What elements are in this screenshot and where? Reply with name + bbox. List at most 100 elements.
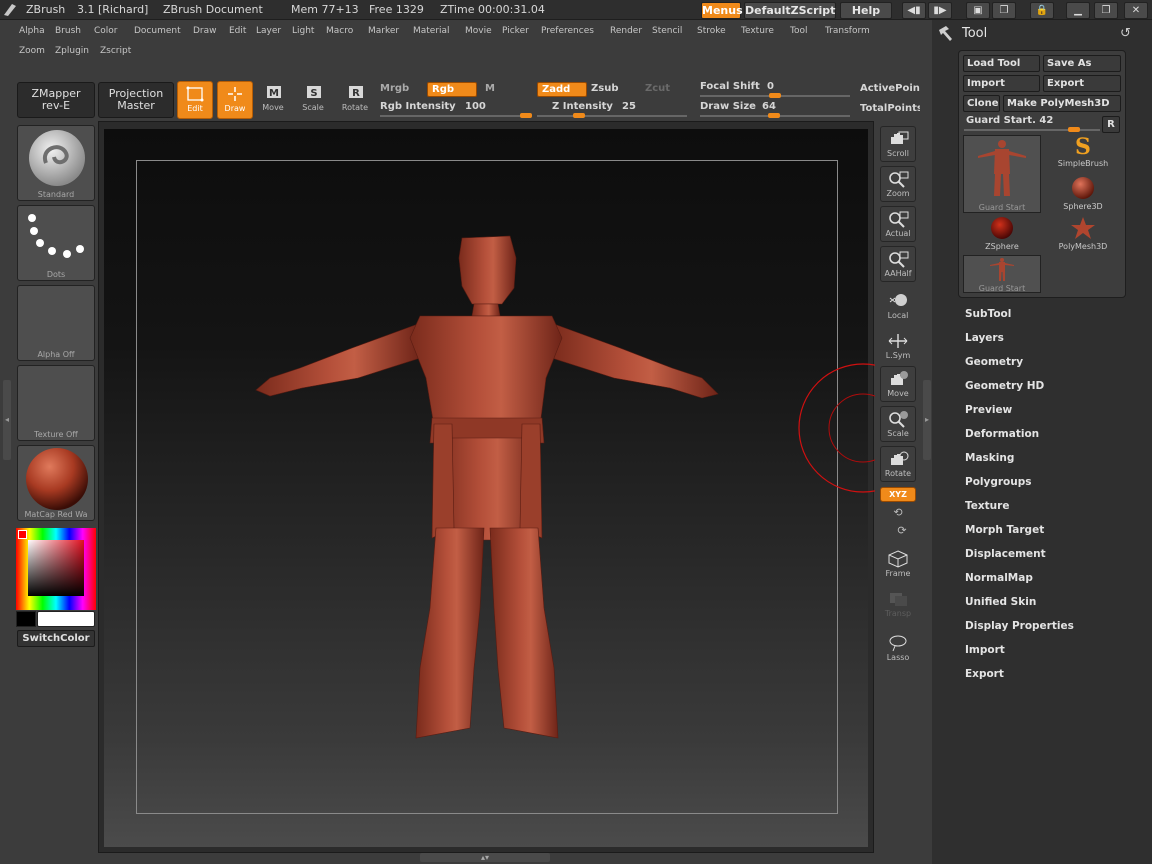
left-tray-toggle-icon[interactable]: ◂ bbox=[3, 380, 11, 460]
tool-slider-knob[interactable] bbox=[1068, 127, 1080, 132]
actual-button[interactable]: Actual bbox=[880, 206, 916, 242]
switch-color-button[interactable]: SwitchColor bbox=[17, 630, 95, 647]
window-cascade-icon[interactable]: ❐ bbox=[992, 2, 1016, 19]
help-button[interactable]: Help bbox=[840, 2, 892, 19]
rotate-y-icon[interactable]: ⟲ bbox=[889, 506, 907, 520]
menu-marker[interactable]: Marker bbox=[368, 26, 399, 36]
brush-slot[interactable]: Standard bbox=[17, 125, 95, 201]
menu-material[interactable]: Material bbox=[413, 26, 450, 36]
draw-size-knob[interactable] bbox=[768, 113, 780, 118]
rgb-intensity-knob[interactable] bbox=[520, 113, 532, 118]
clone-button[interactable]: Clone bbox=[963, 95, 1000, 112]
edit-button[interactable]: Edit bbox=[177, 81, 213, 119]
menu-layer[interactable]: Layer bbox=[256, 26, 281, 36]
default-zscript-button[interactable]: DefaultZScript bbox=[744, 2, 836, 19]
menu-document[interactable]: Document bbox=[134, 26, 181, 36]
menu-stroke[interactable]: Stroke bbox=[697, 26, 726, 36]
r-button[interactable]: R bbox=[1102, 116, 1120, 133]
menu-movie[interactable]: Movie bbox=[465, 26, 492, 36]
material-slot[interactable]: MatCap Red Wa bbox=[17, 445, 95, 521]
menus-button[interactable]: Menus bbox=[701, 2, 743, 19]
section-texture[interactable]: Texture bbox=[965, 500, 1009, 512]
zoom-button[interactable]: Zoom bbox=[880, 166, 916, 202]
menu-zscript[interactable]: Zscript bbox=[100, 46, 131, 56]
draw-button[interactable]: Draw bbox=[217, 81, 253, 119]
alpha-slot[interactable]: Alpha Off bbox=[17, 285, 95, 361]
save-as-button[interactable]: Save As bbox=[1043, 55, 1121, 72]
tool-thumb-zsphere[interactable]: ZSphere bbox=[963, 216, 1041, 254]
tool-thumb-guard-start-large[interactable]: Guard Start bbox=[963, 135, 1041, 213]
menu-transform[interactable]: Transform bbox=[825, 26, 870, 36]
texture-slot[interactable]: Texture Off bbox=[17, 365, 95, 441]
layout-right-icon[interactable]: ▮▶ bbox=[928, 2, 952, 19]
rgb-toggle[interactable]: Rgb bbox=[427, 82, 477, 97]
z-intensity-knob[interactable] bbox=[573, 113, 585, 118]
rotate-z-icon[interactable]: ⟳ bbox=[893, 524, 911, 538]
menu-draw[interactable]: Draw bbox=[193, 26, 217, 36]
section-unified-skin[interactable]: Unified Skin bbox=[965, 596, 1036, 608]
menu-zoom[interactable]: Zoom bbox=[19, 46, 45, 56]
secondary-color-swatch[interactable] bbox=[16, 611, 36, 627]
rotate-view-button[interactable]: Rotate bbox=[880, 446, 916, 482]
main-color-swatch[interactable] bbox=[37, 611, 95, 627]
menu-alpha[interactable]: Alpha bbox=[19, 26, 45, 36]
color-marker[interactable] bbox=[18, 530, 27, 539]
section-geometry[interactable]: Geometry bbox=[965, 356, 1023, 368]
section-displacement[interactable]: Displacement bbox=[965, 548, 1046, 560]
import-button[interactable]: Import bbox=[963, 75, 1040, 92]
zmapper-button[interactable]: ZMapper rev-E bbox=[17, 82, 95, 118]
section-export[interactable]: Export bbox=[965, 668, 1004, 680]
section-import[interactable]: Import bbox=[965, 644, 1005, 656]
menu-zplugin[interactable]: Zplugin bbox=[55, 46, 89, 56]
zcut-toggle[interactable]: Zcut bbox=[645, 83, 670, 94]
section-geometry-hd[interactable]: Geometry HD bbox=[965, 380, 1044, 392]
transp-button[interactable]: Transp bbox=[880, 590, 916, 618]
aahalf-button[interactable]: AAHalf bbox=[880, 246, 916, 282]
zsub-toggle[interactable]: Zsub bbox=[591, 83, 618, 94]
close-icon[interactable]: ✕ bbox=[1124, 2, 1148, 19]
tool-thumb-simplebrush[interactable]: S SimpleBrush bbox=[1045, 135, 1121, 173]
maximize-icon[interactable]: ❐ bbox=[1094, 2, 1118, 19]
local-button[interactable]: Local bbox=[880, 292, 916, 320]
lock-icon[interactable]: 🔒 bbox=[1030, 2, 1054, 19]
color-square[interactable] bbox=[28, 540, 84, 596]
scroll-button[interactable]: Scroll bbox=[880, 126, 916, 162]
frame-button[interactable]: Frame bbox=[880, 550, 916, 578]
lsym-button[interactable]: L.Sym bbox=[880, 332, 916, 360]
stroke-slot[interactable]: Dots bbox=[17, 205, 95, 281]
projection-master-button[interactable]: Projection Master bbox=[98, 82, 174, 118]
lasso-button[interactable]: Lasso bbox=[880, 634, 916, 662]
scale-view-button[interactable]: Scale bbox=[880, 406, 916, 442]
menu-texture[interactable]: Texture bbox=[741, 26, 774, 36]
section-normalmap[interactable]: NormalMap bbox=[965, 572, 1033, 584]
make-polymesh3d-button[interactable]: Make PolyMesh3D bbox=[1003, 95, 1121, 112]
move-button[interactable]: M Move bbox=[255, 81, 291, 119]
section-polygroups[interactable]: Polygroups bbox=[965, 476, 1032, 488]
section-deformation[interactable]: Deformation bbox=[965, 428, 1039, 440]
zadd-toggle[interactable]: Zadd bbox=[537, 82, 587, 97]
guard-start-model[interactable] bbox=[240, 228, 740, 748]
tool-thumb-guard-start-small[interactable]: Guard Start bbox=[963, 255, 1041, 293]
right-tray-toggle-icon[interactable]: ▸ bbox=[923, 380, 931, 460]
section-morph-target[interactable]: Morph Target bbox=[965, 524, 1044, 536]
mrgb-toggle[interactable]: Mrgb bbox=[380, 83, 409, 94]
section-subtool[interactable]: SubTool bbox=[965, 308, 1011, 320]
menu-color[interactable]: Color bbox=[94, 26, 118, 36]
menu-render[interactable]: Render bbox=[610, 26, 642, 36]
canvas-scroll-handle-icon[interactable]: ▴▾ bbox=[420, 853, 550, 862]
menu-edit[interactable]: Edit bbox=[229, 26, 246, 36]
layout-left-icon[interactable]: ◀▮ bbox=[902, 2, 926, 19]
section-layers[interactable]: Layers bbox=[965, 332, 1004, 344]
reset-icon[interactable]: ↺ bbox=[1120, 26, 1131, 41]
menu-light[interactable]: Light bbox=[292, 26, 314, 36]
rotate-button[interactable]: R Rotate bbox=[337, 81, 373, 119]
menu-picker[interactable]: Picker bbox=[502, 26, 529, 36]
xyz-toggle[interactable]: XYZ bbox=[880, 487, 916, 502]
menu-brush[interactable]: Brush bbox=[55, 26, 81, 36]
menu-tool[interactable]: Tool bbox=[790, 26, 807, 36]
section-display-properties[interactable]: Display Properties bbox=[965, 620, 1074, 632]
section-preview[interactable]: Preview bbox=[965, 404, 1012, 416]
m-toggle[interactable]: M bbox=[485, 83, 495, 94]
tool-thumb-sphere3d[interactable]: Sphere3D bbox=[1045, 176, 1121, 214]
export-button[interactable]: Export bbox=[1043, 75, 1121, 92]
